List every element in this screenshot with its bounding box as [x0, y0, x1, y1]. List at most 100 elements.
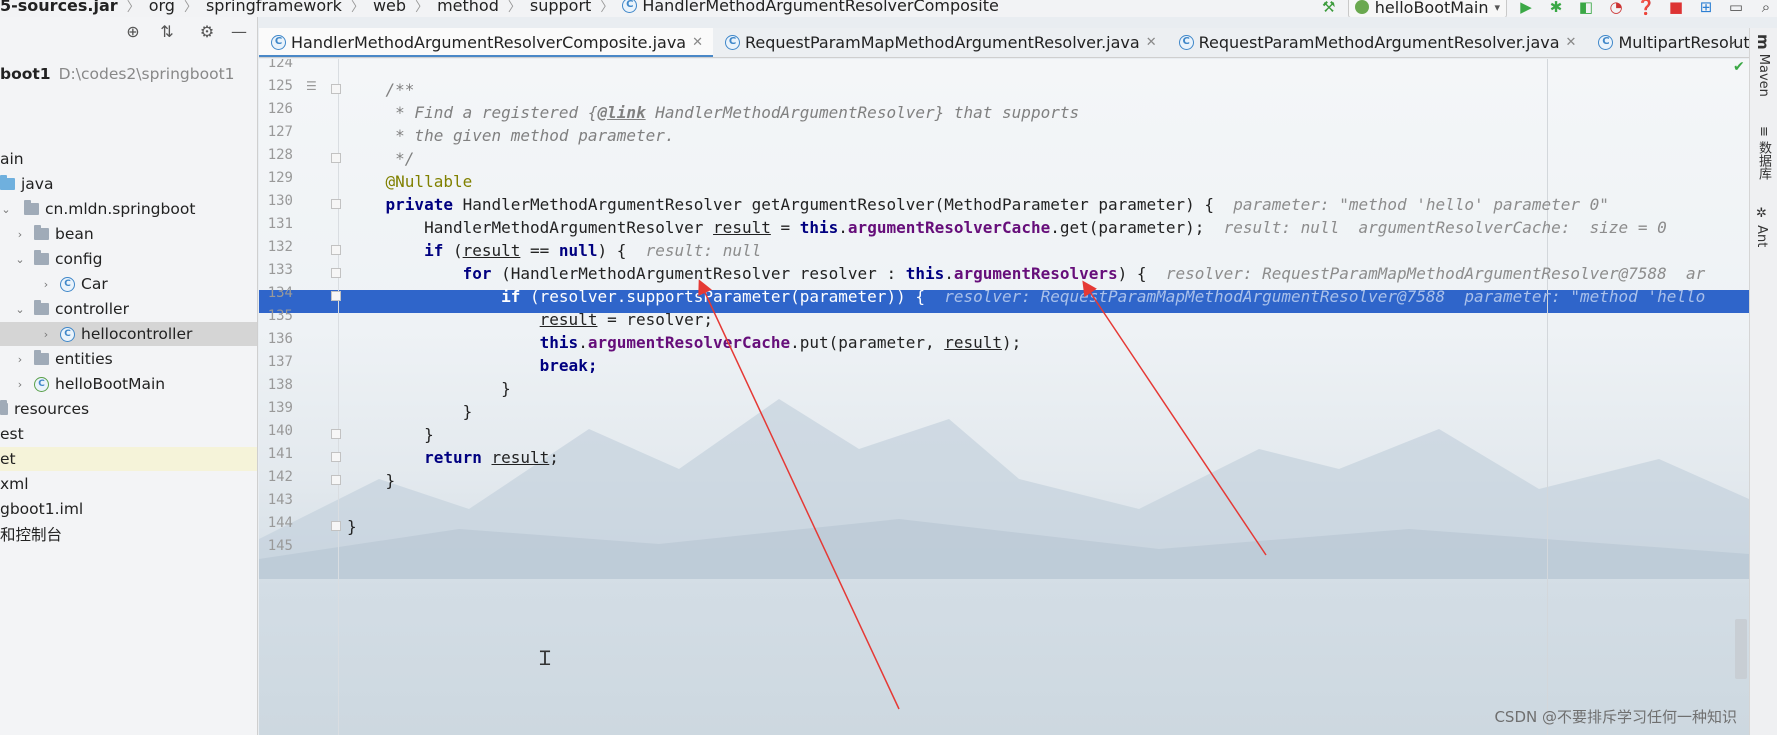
chevron-right-icon[interactable]: › — [14, 378, 26, 391]
editor-tabs: C HandlerMethodArgumentResolverComposite… — [259, 28, 1749, 58]
database-tool[interactable]: ≡ 数据库 — [1754, 126, 1773, 180]
layout-icon[interactable]: ▭ — [1725, 0, 1747, 17]
tree-item-label: entities — [55, 350, 113, 368]
chevron-down-icon[interactable]: ⌄ — [0, 203, 12, 216]
tree-item-scratches[interactable]: 和控制台 — [0, 522, 257, 546]
class-icon: C — [622, 0, 638, 13]
tree-item-label: java — [21, 175, 54, 193]
tree-item-iml[interactable]: gboot1.iml — [0, 497, 257, 521]
gear-icon[interactable]: ⚙ — [198, 22, 216, 41]
right-tool-strip: m Maven ≡ 数据库 ✲ Ant — [1749, 28, 1777, 735]
tab-param-map-resolver[interactable]: C RequestParamMapMethodArgumentResolver.… — [713, 28, 1167, 57]
debug-icon[interactable]: ✱ — [1545, 0, 1567, 17]
stop-icon[interactable]: ■ — [1665, 0, 1687, 17]
tree-item-label: resources — [14, 400, 90, 418]
chevron-right-icon: 〉 — [126, 0, 140, 15]
help-icon[interactable]: ❓ — [1635, 0, 1657, 17]
ant-tool[interactable]: ✲ Ant — [1754, 206, 1769, 247]
tree-item-label: et — [0, 450, 16, 468]
tab-multipart-resolution[interactable]: C MultipartResolutionDele — [1586, 28, 1749, 57]
tree-item-target[interactable]: et — [0, 447, 257, 471]
tree-root[interactable]: boot1 D:\codes2\springboot1 — [0, 62, 257, 86]
collapse-icon[interactable]: ⇅ — [158, 22, 176, 41]
package-icon — [34, 225, 49, 240]
folder-icon — [0, 175, 15, 190]
tree-item-hellocontroller[interactable]: › C hellocontroller — [0, 322, 257, 346]
run-configuration-select[interactable]: helloBootMain ▾ — [1347, 0, 1507, 17]
tree-item-bean[interactable]: › bean — [0, 222, 257, 246]
breadcrumb-springframework[interactable]: springframework — [206, 0, 342, 15]
tree-item-java[interactable]: java — [0, 172, 257, 196]
tree-item-package[interactable]: ⌄ cn.mldn.springboot — [0, 197, 257, 221]
tab-label: RequestParamMethodArgumentResolver.java — [1198, 33, 1560, 52]
tree-item-hellobootmain[interactable]: › C helloBootMain — [0, 372, 257, 396]
tree-item-entities[interactable]: › entities — [0, 347, 257, 371]
package-icon — [34, 300, 49, 315]
chevron-down-icon[interactable]: ⌄ — [14, 303, 26, 316]
class-icon: C — [60, 276, 75, 292]
tree-item-car[interactable]: › C Car — [0, 272, 257, 296]
project-toolbar: ⊕ ⇅ ⚙ — — [0, 17, 257, 46]
folder-icon — [0, 400, 8, 415]
tree-item-label: controller — [55, 300, 129, 318]
breadcrumb-class[interactable]: HandlerMethodArgumentResolverComposite — [642, 0, 998, 15]
close-icon[interactable]: ✕ — [1566, 35, 1577, 50]
breadcrumb: 5-sources.jar 〉 org 〉 springframework 〉 … — [0, 0, 999, 15]
class-icon: C — [60, 326, 75, 342]
spring-boot-icon — [1354, 0, 1369, 14]
vertical-scrollbar[interactable] — [1735, 619, 1747, 679]
minimize-icon[interactable]: — — [230, 22, 248, 41]
build-hammer-icon[interactable]: ⚒ — [1318, 0, 1340, 17]
tab-label: HandlerMethodArgumentResolverComposite.j… — [291, 33, 687, 52]
search-icon[interactable]: ⌕ — [1755, 0, 1777, 17]
breadcrumb-jar[interactable]: 5-sources.jar — [0, 0, 118, 15]
package-icon — [34, 350, 49, 365]
chevron-right-icon[interactable]: › — [14, 228, 26, 241]
tree-item-test[interactable]: est — [0, 422, 257, 446]
run-configuration-label: helloBootMain — [1374, 0, 1489, 17]
tab-param-resolver[interactable]: C RequestParamMethodArgumentResolver.jav… — [1167, 28, 1587, 57]
close-icon[interactable]: ✕ — [692, 35, 703, 50]
class-icon: C — [1598, 35, 1614, 50]
tree-item-label: bean — [55, 225, 94, 243]
chevron-right-icon: 〉 — [183, 0, 197, 15]
chevron-down-icon[interactable]: ⌄ — [14, 253, 26, 266]
breadcrumb-org[interactable]: org — [149, 0, 175, 15]
breadcrumb-support[interactable]: support — [530, 0, 591, 15]
code-editor[interactable]: 124 125 126 127 128 129 130 131 132 133 … — [259, 59, 1749, 735]
profile-icon[interactable]: ◔ — [1605, 0, 1627, 17]
breadcrumb-web[interactable]: web — [373, 0, 406, 15]
tree-item-label: gboot1.iml — [0, 500, 84, 518]
chevron-right-icon[interactable]: › — [40, 278, 52, 291]
tree-item-label: helloBootMain — [55, 375, 166, 393]
class-icon: C — [271, 35, 286, 50]
structure-icon[interactable]: ⊞ — [1695, 0, 1717, 17]
chevron-right-icon[interactable]: › — [40, 328, 52, 341]
class-icon: C — [725, 35, 740, 50]
tree-item-resources[interactable]: resources — [0, 397, 257, 421]
tree-item-label: cn.mldn.springboot — [45, 200, 196, 218]
tree-item-label: hellocontroller — [81, 325, 193, 343]
coverage-icon[interactable]: ◧ — [1575, 0, 1597, 17]
tree-item-label: Car — [81, 275, 108, 293]
tree-item-main[interactable]: ain — [0, 147, 257, 171]
navigation-bar: 5-sources.jar 〉 org 〉 springframework 〉 … — [0, 0, 1777, 17]
breadcrumb-method[interactable]: method — [437, 0, 499, 15]
chevron-right-icon: 〉 — [415, 0, 429, 15]
chevron-right-icon[interactable]: › — [14, 353, 26, 366]
chevron-right-icon: 〉 — [600, 0, 614, 15]
target-icon[interactable]: ⊕ — [124, 22, 142, 41]
project-panel: ⊕ ⇅ ⚙ — boot1 D:\codes2\springboot1 ain … — [0, 17, 258, 735]
check-icon: ✔ — [1733, 59, 1745, 75]
chevron-right-icon: 〉 — [507, 0, 521, 15]
tree-item-pom[interactable]: xml — [0, 472, 257, 496]
tree-item-config[interactable]: ⌄ config — [0, 247, 257, 271]
tab-handler-composite[interactable]: C HandlerMethodArgumentResolverComposite… — [259, 28, 713, 57]
tab-label: RequestParamMapMethodArgumentResolver.ja… — [745, 33, 1140, 52]
maven-tool[interactable]: m Maven — [1754, 34, 1772, 97]
run-icon[interactable]: ▶ — [1515, 0, 1537, 17]
close-icon[interactable]: ✕ — [1146, 35, 1157, 50]
chevron-down-icon[interactable]: ⌄ — [1727, 33, 1745, 48]
tree-item-controller[interactable]: ⌄ controller — [0, 297, 257, 321]
watermark: CSDN @不要排斥学习任何一种知识 — [1494, 708, 1737, 726]
